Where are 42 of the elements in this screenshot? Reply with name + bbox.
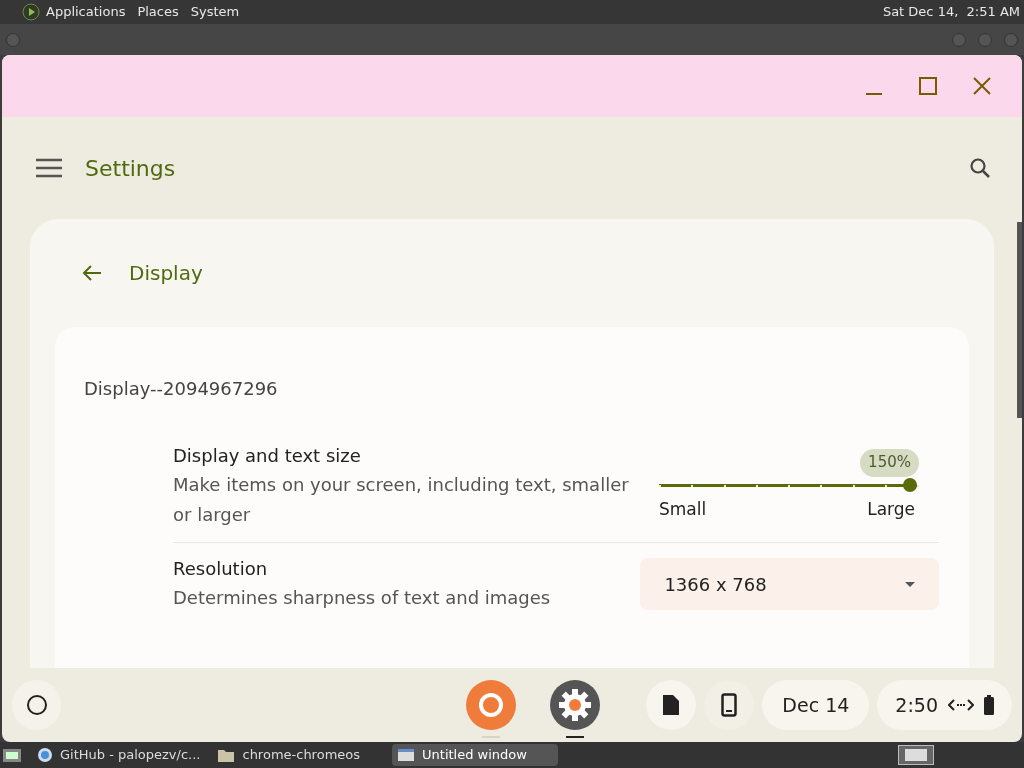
shelf-date[interactable]: Dec 14 <box>762 680 870 730</box>
launcher-button[interactable] <box>12 680 62 730</box>
maximize-icon[interactable] <box>916 74 940 98</box>
file-icon <box>662 694 681 716</box>
phone-icon <box>721 693 738 717</box>
display-name: Display--2094967296 <box>84 377 278 401</box>
desktop-icon[interactable] <box>2 746 22 764</box>
setting-label: Resolution <box>173 557 269 581</box>
shelf-time: 2:50 <box>895 692 938 718</box>
network-arrows-icon <box>948 698 974 712</box>
panel-menu[interactable]: System <box>190 2 240 22</box>
panel-menu[interactable]: Places <box>137 2 179 22</box>
workspace-switcher[interactable] <box>898 745 934 765</box>
caret-icon <box>905 581 915 587</box>
taskbar-item[interactable]: GitHub - palopezv/c... <box>32 744 207 766</box>
max-label: Large <box>867 498 915 522</box>
panel-menu[interactable]: Applications <box>46 2 126 22</box>
folder-icon <box>218 748 235 762</box>
taskbar-item[interactable]: chrome-chromeos <box>212 744 367 766</box>
window-icon <box>398 749 415 761</box>
gear-icon[interactable] <box>550 680 601 730</box>
battery-icon <box>984 695 994 715</box>
min-label: Small <box>659 498 707 522</box>
taskbar-item[interactable]: Untitled window <box>392 744 559 766</box>
file-button[interactable] <box>646 680 697 730</box>
panel-clock: Sat Dec 14, 2:51 AM <box>882 3 1020 22</box>
setting-description: Determines sharpness of text and images <box>173 586 552 610</box>
resolution-dropdown[interactable]: 1366 x 768 <box>640 558 939 610</box>
app-title: Settings <box>85 154 176 183</box>
play-logo-icon <box>22 3 40 21</box>
slider-track[interactable] <box>659 477 917 494</box>
menu-icon[interactable] <box>36 158 62 178</box>
page-title: Display <box>129 260 203 287</box>
slider-thumb[interactable] <box>903 478 917 493</box>
globe-icon <box>38 748 52 762</box>
value-bubble: 150% <box>860 449 919 478</box>
scrollbar[interactable] <box>1017 222 1022 418</box>
search-icon[interactable] <box>968 156 992 180</box>
setting-description: Make items on your screen, including text, smaller or larger <box>173 473 630 527</box>
setting-label: Display and text size <box>173 444 362 468</box>
status-area[interactable]: 2:50 <box>877 680 1012 730</box>
browser-app-icon[interactable] <box>466 680 517 730</box>
